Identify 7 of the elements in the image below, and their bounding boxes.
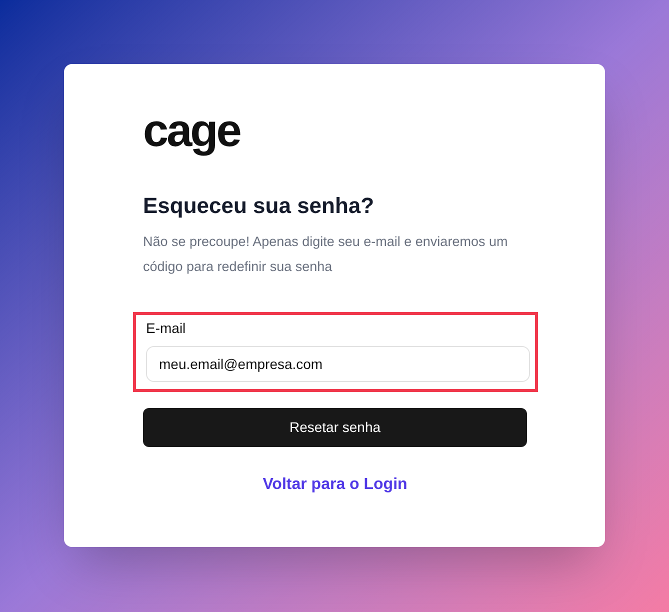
reset-password-button[interactable]: Resetar senha	[143, 408, 527, 447]
email-input[interactable]: meu.email@empresa.com	[146, 346, 530, 382]
field-label: E-mail	[146, 319, 186, 337]
back-to-login-link[interactable]: Voltar para o Login	[262, 473, 408, 497]
logo: cage	[143, 106, 240, 154]
heading: Esqueceu sua senha?	[143, 192, 374, 220]
description: Não se precoupe! Apenas digite seu e-mail e enviaremos um código para redefinir sua senha	[143, 233, 509, 276]
